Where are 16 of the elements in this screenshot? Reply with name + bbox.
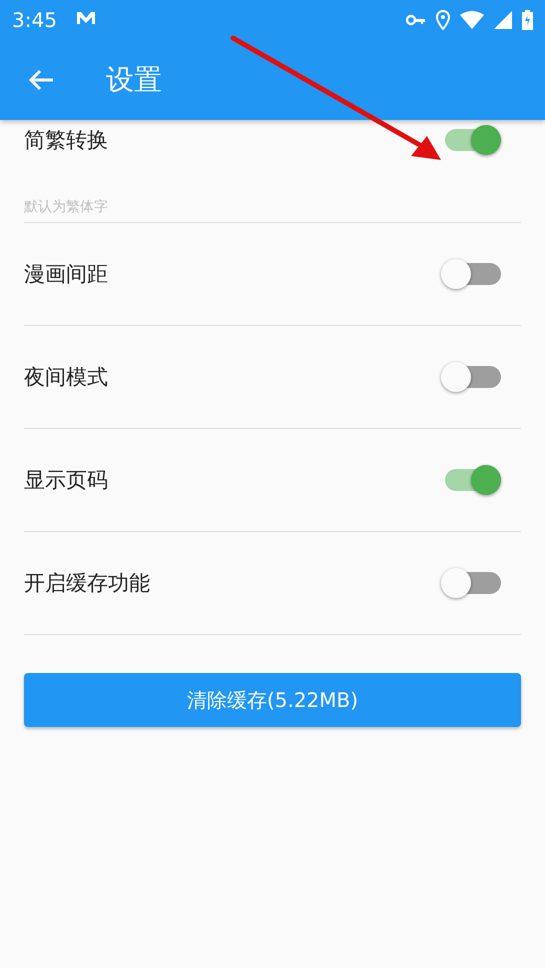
status-time: 3:45 — [12, 8, 57, 32]
back-arrow-icon — [28, 68, 54, 92]
page-title: 设置 — [106, 62, 162, 98]
clear-cache-button[interactable]: 清除缓存(5.22MB) — [24, 673, 521, 727]
key-icon — [406, 14, 426, 26]
wifi-icon — [460, 11, 484, 29]
back-button[interactable] — [28, 68, 54, 92]
battery-icon — [522, 10, 533, 30]
setting-label: 显示页码 — [24, 467, 108, 494]
signal-icon — [494, 11, 512, 29]
setting-label: 简繁转换 — [24, 127, 108, 154]
setting-label: 开启缓存功能 — [24, 570, 150, 597]
setting-label: 夜间模式 — [24, 364, 108, 391]
location-icon — [436, 10, 450, 30]
setting-label: 漫画间距 — [24, 261, 108, 288]
setting-description: 默认为繁体字 — [24, 198, 109, 216]
